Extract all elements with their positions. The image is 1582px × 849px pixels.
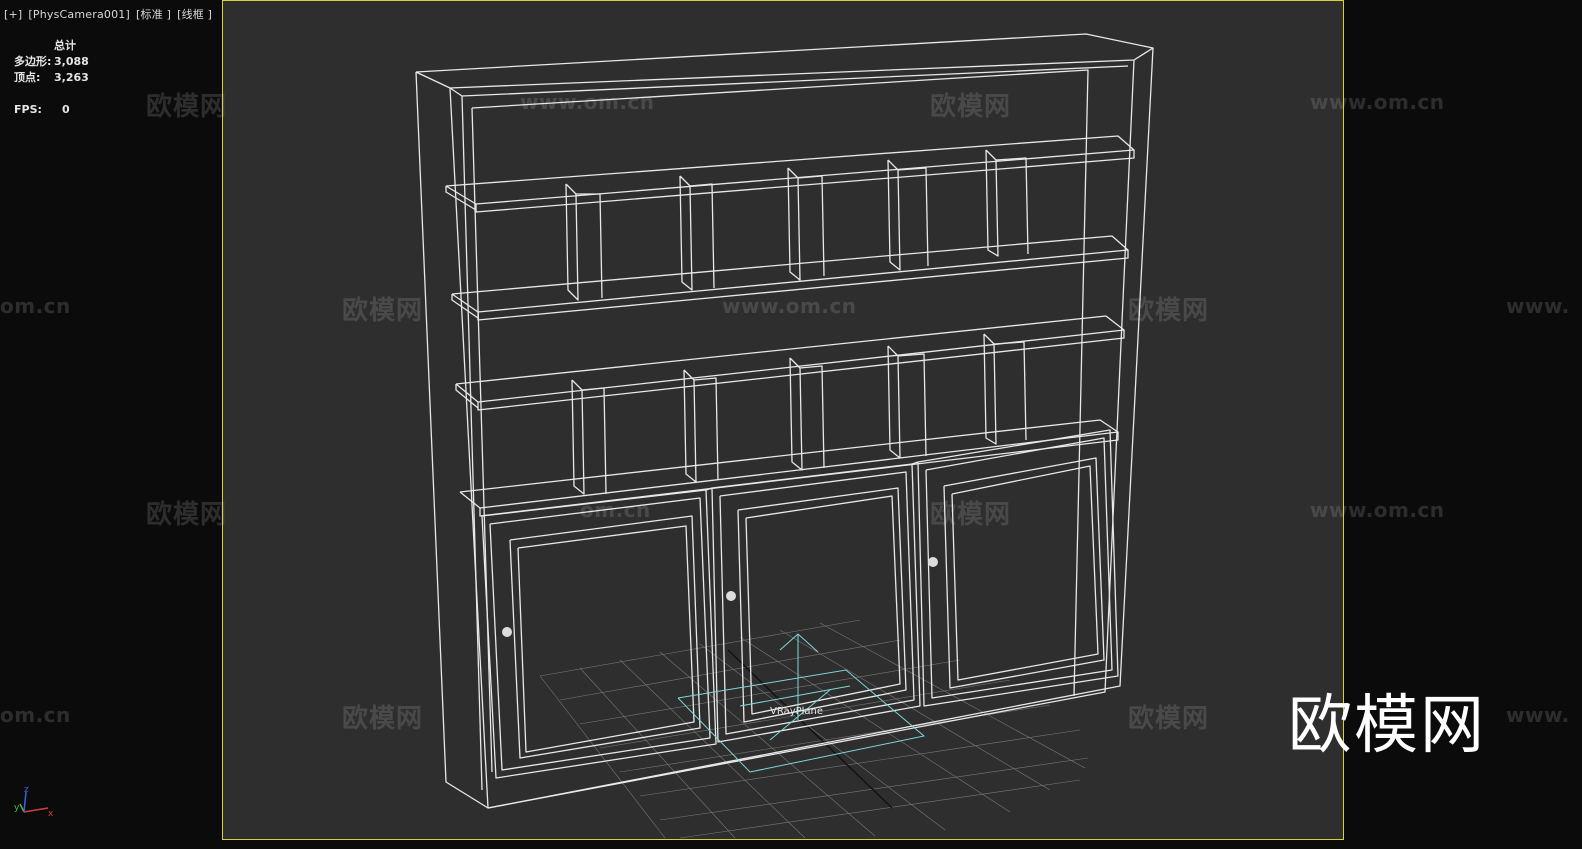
door-knob xyxy=(502,627,512,637)
brand-logo: 欧模网 xyxy=(1288,689,1486,763)
axis-tripod: x y z xyxy=(14,785,54,819)
axis-x-label: x xyxy=(48,809,54,819)
axis-y-label: y xyxy=(14,803,20,813)
door-knob xyxy=(726,591,736,601)
cabinet-wireframe xyxy=(415,33,1154,809)
vray-plane-label: VRayPlane xyxy=(770,706,823,717)
axis-z-label: z xyxy=(24,785,29,795)
door-knob xyxy=(928,557,938,567)
floor-grid xyxy=(539,619,1089,839)
